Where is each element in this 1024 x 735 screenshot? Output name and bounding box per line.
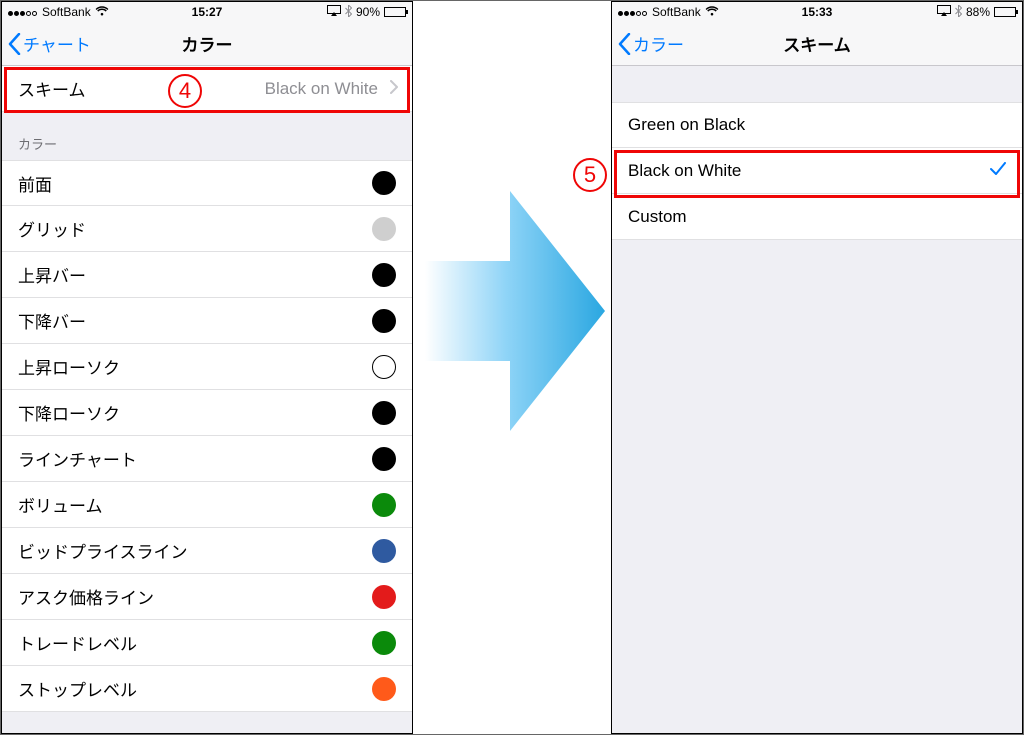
status-bar: SoftBank 15:27 90%	[2, 2, 412, 22]
color-swatch	[372, 493, 396, 517]
color-label: ビッドプライスライン	[18, 538, 188, 563]
color-swatch	[372, 355, 396, 379]
nav-bar: チャート カラー	[2, 22, 412, 66]
color-cell[interactable]: 下降ローソク	[2, 390, 412, 436]
section-header: カラー	[2, 112, 412, 160]
color-cell[interactable]: ストップレベル	[2, 666, 412, 712]
scheme-option[interactable]: Green on Black	[612, 102, 1022, 148]
annotation-number-5: 5	[573, 158, 607, 192]
scheme-option[interactable]: Custom	[612, 194, 1022, 240]
option-label: Custom	[628, 207, 687, 227]
option-label: Green on Black	[628, 115, 745, 135]
status-bar: SoftBank 15:33 88%	[612, 2, 1022, 22]
color-cell[interactable]: 上昇バー	[2, 252, 412, 298]
phone-right: SoftBank 15:33 88% カラー スキーム Green on Bla…	[611, 1, 1023, 734]
color-cell[interactable]: 上昇ローソク	[2, 344, 412, 390]
scheme-options: Green on Black Black on White Custom	[612, 102, 1022, 240]
battery-icon	[994, 7, 1016, 17]
color-swatch	[372, 585, 396, 609]
color-label: トレードレベル	[18, 630, 137, 655]
color-swatch	[372, 263, 396, 287]
phone-left: SoftBank 15:27 90% チャート カラー スキーム Black o…	[1, 1, 413, 734]
color-cell[interactable]: 前面	[2, 160, 412, 206]
color-cell[interactable]: トレードレベル	[2, 620, 412, 666]
color-swatch	[372, 631, 396, 655]
status-time: 15:33	[612, 5, 1022, 19]
color-label: 下降ローソク	[18, 400, 120, 425]
scheme-option[interactable]: Black on White	[612, 148, 1022, 194]
color-swatch	[372, 401, 396, 425]
color-list: 前面グリッド上昇バー下降バー上昇ローソク下降ローソクラインチャートボリュームビッ…	[2, 160, 412, 712]
color-cell[interactable]: アスク価格ライン	[2, 574, 412, 620]
checkmark-icon	[990, 161, 1006, 181]
color-label: グリッド	[18, 216, 86, 241]
battery-icon	[384, 7, 406, 17]
color-swatch	[372, 677, 396, 701]
scheme-label: スキーム	[18, 76, 86, 101]
color-cell[interactable]: 下降バー	[2, 298, 412, 344]
status-time: 15:27	[2, 5, 412, 19]
scheme-value: Black on White	[265, 79, 396, 99]
nav-title: スキーム	[612, 31, 1022, 56]
color-label: ストップレベル	[18, 676, 137, 701]
color-label: 前面	[18, 171, 52, 196]
color-label: アスク価格ライン	[18, 584, 154, 609]
option-label: Black on White	[628, 161, 741, 181]
color-swatch	[372, 309, 396, 333]
scheme-cell[interactable]: スキーム Black on White	[2, 66, 412, 112]
color-label: 下降バー	[18, 308, 86, 333]
color-label: ボリューム	[18, 492, 103, 517]
color-swatch	[372, 447, 396, 471]
color-cell[interactable]: ボリューム	[2, 482, 412, 528]
nav-bar: カラー スキーム	[612, 22, 1022, 66]
nav-title: カラー	[2, 31, 412, 56]
arrow-icon	[425, 191, 605, 431]
color-cell[interactable]: グリッド	[2, 206, 412, 252]
color-swatch	[372, 171, 396, 195]
chevron-right-icon	[390, 79, 398, 99]
color-swatch	[372, 539, 396, 563]
color-cell[interactable]: ラインチャート	[2, 436, 412, 482]
color-label: 上昇バー	[18, 262, 86, 287]
color-cell[interactable]: ビッドプライスライン	[2, 528, 412, 574]
color-swatch	[372, 217, 396, 241]
color-label: 上昇ローソク	[18, 354, 120, 379]
color-label: ラインチャート	[18, 446, 137, 471]
